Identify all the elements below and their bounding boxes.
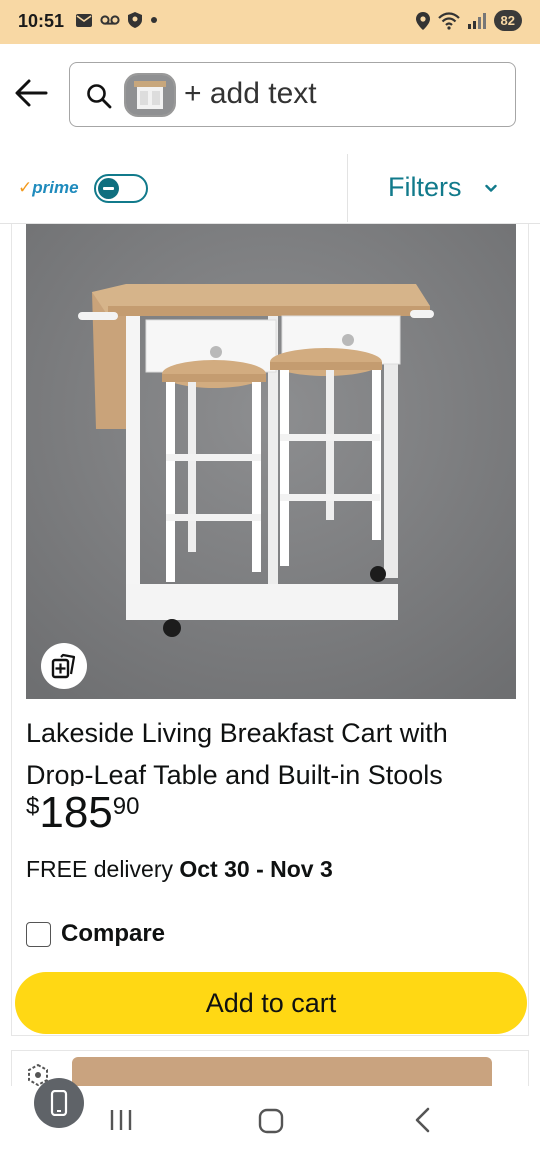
battery-indicator: 82 xyxy=(493,10,522,31)
search-bar[interactable]: + add text xyxy=(69,62,516,127)
back-chevron-icon[interactable] xyxy=(412,1106,434,1134)
dot-icon xyxy=(151,17,157,23)
next-product-card[interactable] xyxy=(11,1050,529,1086)
next-product-image[interactable] xyxy=(72,1057,492,1086)
price-currency: $ xyxy=(26,793,40,820)
phone-icon xyxy=(50,1090,68,1116)
mail-icon xyxy=(76,13,92,27)
prime-logo: ✓prime xyxy=(18,178,79,198)
system-nav-bar xyxy=(0,1078,540,1158)
voicemail-icon xyxy=(100,15,120,25)
compare-checkbox[interactable] xyxy=(26,921,51,947)
signal-icon xyxy=(467,12,486,29)
refinement-bar: ✓prime Filters xyxy=(0,150,540,224)
status-time: 10:51 xyxy=(18,11,65,31)
price-fraction: 90 xyxy=(112,793,140,820)
search-image-thumbnail[interactable] xyxy=(124,73,176,117)
toggle-knob xyxy=(98,178,119,199)
prime-toggle[interactable] xyxy=(94,174,148,203)
add-to-compare-icon xyxy=(51,653,76,679)
price-whole: 185 xyxy=(39,788,113,837)
add-to-cart-button[interactable]: Add to cart xyxy=(15,972,527,1034)
search-header: + add text xyxy=(0,44,540,150)
recents-icon[interactable] xyxy=(108,1108,134,1132)
arrow-left-icon xyxy=(15,79,48,107)
compare-badge[interactable] xyxy=(41,643,87,689)
prime-label: prime xyxy=(32,178,79,197)
divider xyxy=(347,154,348,222)
chevron-down-icon[interactable] xyxy=(485,184,497,193)
search-input[interactable]: + add text xyxy=(184,77,317,111)
product-title[interactable]: Lakeside Living Breakfast Cart with Drop… xyxy=(26,712,521,786)
compare-label[interactable]: Compare xyxy=(61,920,165,948)
home-icon[interactable] xyxy=(258,1108,284,1134)
floating-phone-button[interactable] xyxy=(34,1078,84,1128)
shield-icon xyxy=(128,12,142,28)
product-image[interactable] xyxy=(26,224,516,699)
product-price: $18590 xyxy=(26,788,139,838)
status-bar: 10:51 82 xyxy=(0,0,540,44)
location-icon xyxy=(415,11,430,30)
search-icon xyxy=(87,84,112,109)
delivery-prefix: FREE delivery xyxy=(26,856,180,882)
filters-button[interactable]: Filters xyxy=(388,172,462,203)
wifi-icon xyxy=(437,11,460,30)
product-card[interactable]: Lakeside Living Breakfast Cart with Drop… xyxy=(11,224,529,1036)
delivery-info: FREE delivery Oct 30 - Nov 3 xyxy=(26,856,333,883)
delivery-dates: Oct 30 - Nov 3 xyxy=(179,856,333,882)
prime-check-mark: ✓ xyxy=(18,178,33,197)
back-button[interactable] xyxy=(14,78,54,114)
compare-option[interactable]: Compare xyxy=(26,920,165,948)
